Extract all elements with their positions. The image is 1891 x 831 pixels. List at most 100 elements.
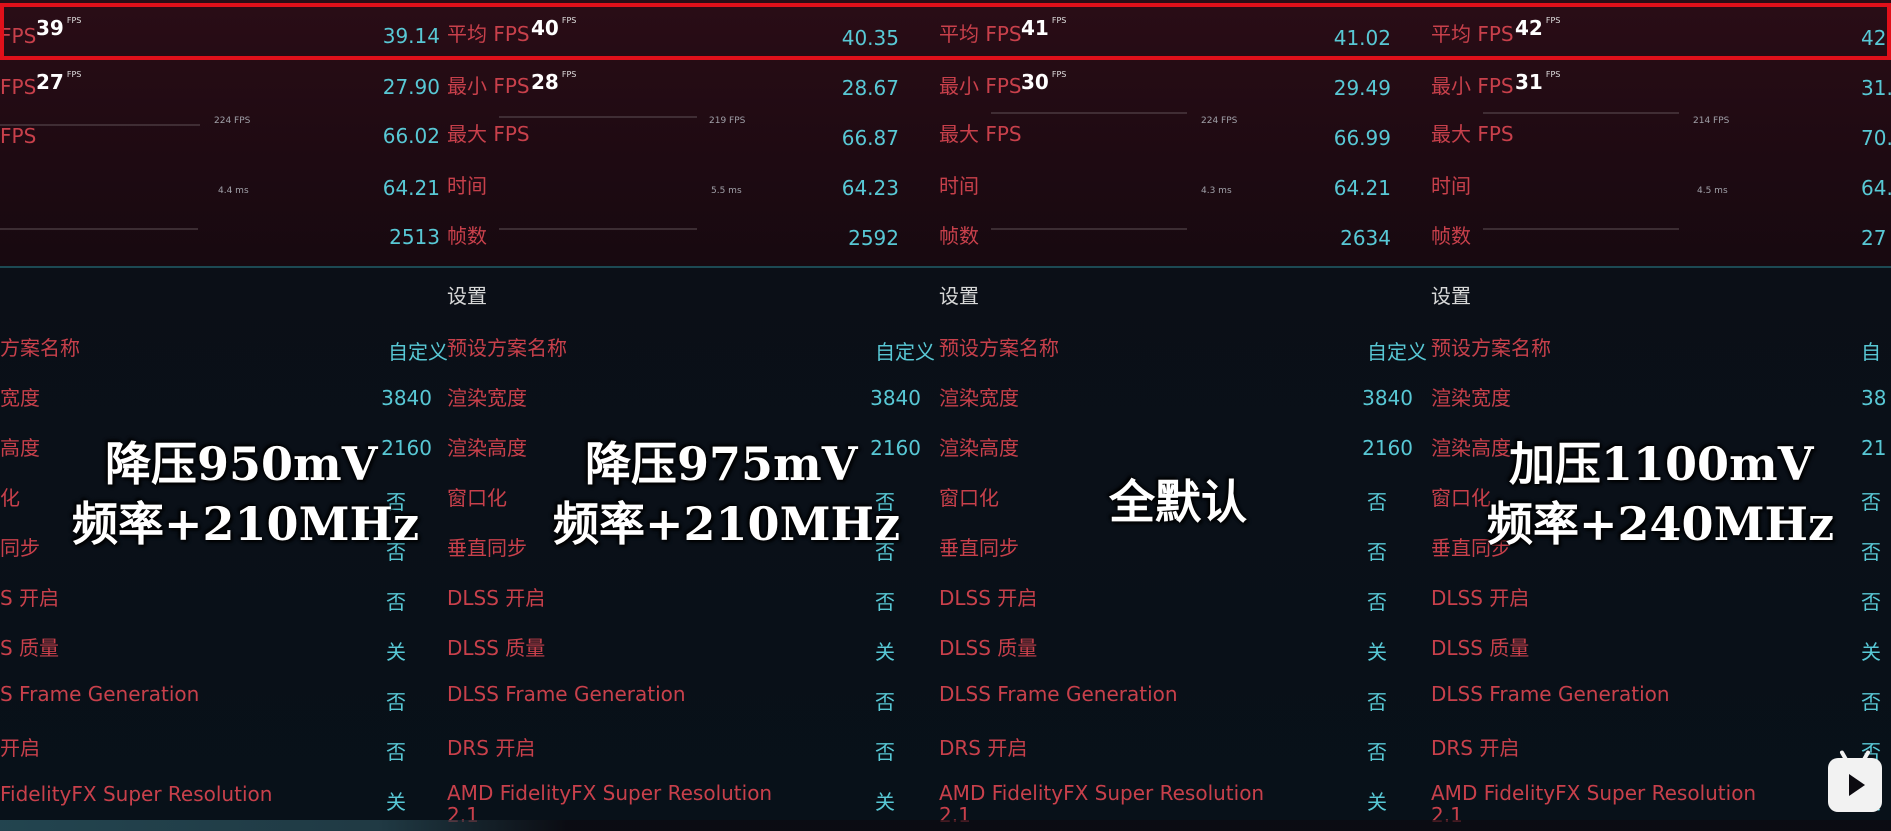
- benchmark-panel-4: 42 FPS 31 FPS 214 FPS 4.5 ms 平均 FPS 42. 最小 …: [1431, 0, 1891, 831]
- graph-line: [991, 112, 1187, 114]
- setting-height-label: 渲染高度: [447, 436, 527, 460]
- setting-height-label: 渲染高度: [939, 436, 1019, 460]
- stat-row-time: 时间 64.23: [447, 174, 899, 200]
- setting-width-value: 3840: [1362, 386, 1413, 410]
- setting-width-label: 宽度: [0, 386, 40, 410]
- setting-framegen-label: DLSS Frame Generation: [1431, 682, 1670, 706]
- stat-row-avg: 平均 FPS 42.: [1431, 22, 1891, 50]
- setting-dlss-quality-value: 关: [1861, 640, 1881, 664]
- setting-dlss-label: DLSS 开启: [447, 586, 546, 610]
- stat-row-min: 最小 FPS 28.67: [447, 74, 899, 100]
- setting-preset-label: 方案名称: [0, 336, 80, 360]
- setting-windowed-label: 窗口化: [939, 486, 999, 510]
- caption-line-2: 频率+210MHz: [72, 497, 420, 551]
- setting-dlss-value: 否: [875, 590, 895, 614]
- setting-vsync-label: 垂直同步: [939, 536, 1019, 560]
- setting-windowed-value: 否: [1861, 490, 1881, 514]
- stat-row-min: FPS 27.90: [0, 75, 440, 99]
- stat-row-avg: FPS 39.14: [0, 24, 440, 48]
- setting-dlss-label: DLSS 开启: [1431, 586, 1530, 610]
- stat-row-frames: 帧数 27: [1431, 224, 1887, 250]
- comparison-screenshot: 39 FPS 27 FPS 224 FPS 4.4 ms FPS 39.14 FPS 2…: [0, 0, 1891, 831]
- caption-line-1: 加压1100mV: [1509, 437, 1814, 491]
- video-logo-icon: [1828, 749, 1882, 812]
- setting-width-value: 38: [1861, 386, 1887, 410]
- setting-framegen-value: 否: [1861, 690, 1881, 714]
- setting-vsync-label: 同步: [0, 536, 40, 560]
- settings-header: 设置: [1431, 284, 1471, 308]
- setting-preset-value: 自定义: [875, 340, 935, 364]
- stat-row-time: 时间 64.: [1431, 174, 1891, 200]
- setting-preset-value: 自定义: [1367, 340, 1427, 364]
- setting-dlss-quality-value: 关: [875, 640, 895, 664]
- stat-row-min: 最小 FPS 29.49: [939, 74, 1391, 100]
- stat-row-time: 时间 64.21: [939, 174, 1391, 200]
- stat-row-avg: 平均 FPS 41.02: [939, 22, 1391, 50]
- caption-line-1: 降压975mV: [585, 437, 858, 491]
- setting-preset-value: 自定义: [388, 340, 448, 364]
- benchmark-panel-1: 39 FPS 27 FPS 224 FPS 4.4 ms FPS 39.14 FPS 2…: [0, 0, 492, 831]
- setting-framegen-label: DLSS Frame Generation: [447, 682, 686, 706]
- setting-vsync-value: 否: [1861, 540, 1881, 564]
- setting-dlss-quality-label: S 质量: [0, 636, 60, 660]
- setting-framegen-label: S Frame Generation: [0, 682, 200, 706]
- setting-dlss-quality-label: DLSS 质量: [939, 636, 1038, 660]
- stat-row-avg: 平均 FPS 40.35: [447, 22, 899, 50]
- setting-framegen-value: 否: [386, 690, 406, 714]
- setting-dlss-quality-label: DLSS 质量: [447, 636, 546, 660]
- setting-drs-value: 否: [875, 740, 895, 764]
- setting-drs-label: DRS 开启: [1431, 736, 1520, 760]
- setting-height-label: 高度: [0, 436, 40, 460]
- setting-height-label: 渲染高度: [1431, 436, 1511, 460]
- caption-line-1: 全默认: [1109, 475, 1247, 529]
- setting-windowed-label: 窗口化: [447, 486, 507, 510]
- caption-line-2: 频率+210MHz: [553, 497, 901, 551]
- setting-framegen-value: 否: [1367, 690, 1387, 714]
- caption-line-2: 频率+240MHz: [1487, 497, 1835, 551]
- setting-fsr-label: FidelityFX Super Resolution: [0, 782, 273, 806]
- setting-drs-value: 否: [1367, 740, 1387, 764]
- setting-drs-value: 否: [386, 740, 406, 764]
- setting-width-label: 渲染宽度: [1431, 386, 1511, 410]
- setting-dlss-quality-value: 关: [1367, 640, 1387, 664]
- subtitle-strip: [0, 820, 1891, 831]
- setting-framegen-value: 否: [875, 690, 895, 714]
- setting-width-label: 渲染宽度: [447, 386, 527, 410]
- setting-preset-label: 预设方案名称: [447, 336, 567, 360]
- benchmark-panel-3: 41 FPS 30 FPS 224 FPS 4.3 ms 平均 FPS 41.02 最…: [939, 0, 1431, 831]
- setting-preset-label: 预设方案名称: [1431, 336, 1551, 360]
- setting-vsync-value: 否: [1367, 540, 1387, 564]
- stat-row-min: 最小 FPS 31.: [1431, 74, 1891, 100]
- stat-row-max: FPS 66.02: [0, 124, 440, 148]
- setting-dlss-label: S 开启: [0, 586, 60, 610]
- stat-row-time: 64.21: [382, 176, 440, 200]
- setting-windowed-label: 化: [0, 486, 20, 510]
- setting-preset-value: 自: [1861, 340, 1881, 364]
- stat-row-frames: 2513: [389, 225, 440, 249]
- setting-height-value: 2160: [1362, 436, 1413, 460]
- settings-header: 设置: [939, 284, 979, 308]
- stat-row-max: 最大 FPS 66.87: [447, 122, 899, 150]
- setting-dlss-label: DLSS 开启: [939, 586, 1038, 610]
- setting-windowed-value: 否: [1367, 490, 1387, 514]
- setting-dlss-value: 否: [1367, 590, 1387, 614]
- stat-row-frames: 帧数 2592: [447, 224, 899, 250]
- setting-drs-label: DRS 开启: [939, 736, 1028, 760]
- stat-row-max: 最大 FPS 66.99: [939, 122, 1391, 150]
- setting-height-value: 21: [1861, 436, 1887, 460]
- caption-line-1: 降压950mV: [105, 437, 378, 491]
- graph-line: [1483, 112, 1679, 114]
- stat-row-max: 最大 FPS 70.: [1431, 122, 1891, 150]
- setting-dlss-quality-label: DLSS 质量: [1431, 636, 1530, 660]
- setting-width-value: 3840: [381, 386, 432, 410]
- setting-dlss-quality-value: 关: [386, 640, 406, 664]
- setting-width-value: 3840: [870, 386, 921, 410]
- setting-drs-label: 开启: [0, 736, 40, 760]
- setting-windowed-label: 窗口化: [1431, 486, 1491, 510]
- setting-preset-label: 预设方案名称: [939, 336, 1059, 360]
- benchmark-panel-2: 40 FPS 28 FPS 219 FPS 5.5 ms 平均 FPS 40.35 最…: [447, 0, 939, 831]
- setting-height-value: 2160: [381, 436, 432, 460]
- setting-fsr-value: 关: [1367, 790, 1387, 814]
- setting-height-value: 2160: [870, 436, 921, 460]
- setting-dlss-value: 否: [1861, 590, 1881, 614]
